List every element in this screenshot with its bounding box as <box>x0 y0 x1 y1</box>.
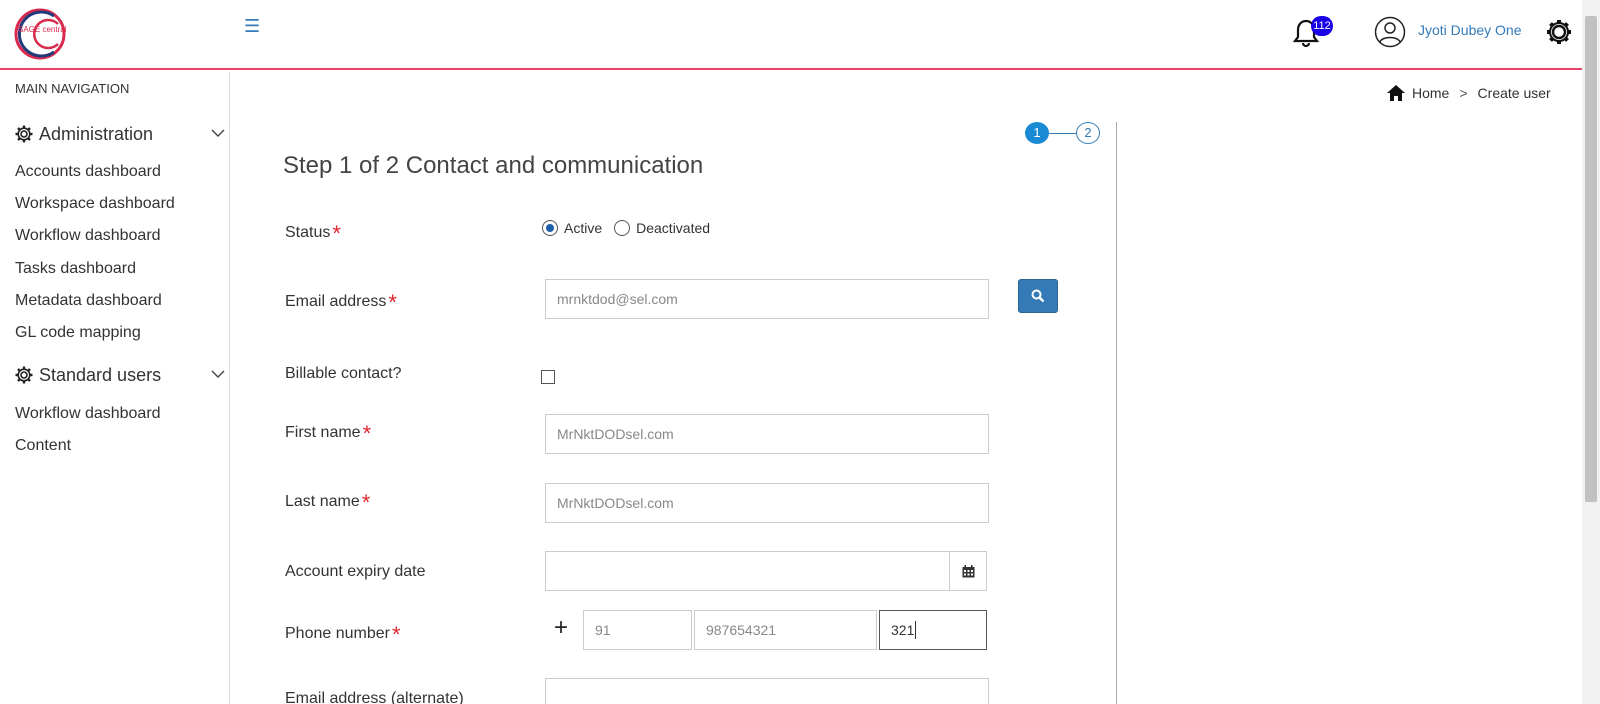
calendar-icon <box>962 564 974 577</box>
sidebar-item-gl-code-mapping[interactable]: GL code mapping <box>15 324 141 342</box>
gear-icon <box>15 125 33 143</box>
breadcrumb-home-link[interactable]: Home <box>1412 85 1449 101</box>
first-name-label-text: First name <box>285 424 361 441</box>
plus-icon: + <box>554 614 569 641</box>
phone-number-field[interactable]: 987654321 <box>694 610 877 650</box>
status-label: Status* <box>285 223 341 245</box>
search-icon <box>1031 289 1045 303</box>
email-field[interactable]: mrnktdod@sel.com <box>545 279 989 319</box>
notification-count-badge[interactable]: 112 <box>1311 16 1333 36</box>
email-label: Email address* <box>285 292 397 314</box>
phone-number-label-text: Phone number <box>285 625 390 642</box>
billable-label: Billable contact? <box>285 365 402 382</box>
breadcrumb: Home > Create user <box>1386 84 1551 102</box>
stepper-connector <box>1049 133 1076 134</box>
page-scrollbar[interactable] <box>1582 0 1600 704</box>
billable-checkbox[interactable] <box>541 370 555 384</box>
required-marker: * <box>388 290 397 315</box>
breadcrumb-current: Create user <box>1477 85 1551 101</box>
sidebar-item-accounts-dashboard[interactable]: Accounts dashboard <box>15 163 161 181</box>
alternate-email-field[interactable] <box>545 678 989 704</box>
status-label-text: Status <box>285 224 331 241</box>
required-marker: * <box>332 221 341 246</box>
phone-country-code-field[interactable]: 91 <box>583 610 692 650</box>
user-avatar-icon[interactable] <box>1374 16 1406 48</box>
top-header: SAGE central ☰ 112 Jyoti Dubey One <box>0 0 1582 70</box>
last-name-label: Last name* <box>285 492 370 514</box>
nav-group-label: Administration <box>39 123 154 144</box>
menu-toggle-icon[interactable]: ☰ <box>244 18 260 36</box>
step-1-indicator[interactable]: 1 <box>1025 122 1049 144</box>
first-name-field[interactable]: MrNktDODsel.com <box>545 414 989 454</box>
chevron-down-icon[interactable] <box>211 126 225 140</box>
logo-text: SAGE central <box>18 25 67 34</box>
home-icon[interactable] <box>1386 84 1406 102</box>
breadcrumb-separator: > <box>1459 85 1468 101</box>
email-label-text: Email address <box>285 293 387 310</box>
sidebar-item-workspace-dashboard[interactable]: Workspace dashboard <box>15 195 175 213</box>
status-radio-group: Active Deactivated <box>542 220 722 236</box>
alternate-email-label: Email address (alternate) <box>285 690 464 704</box>
status-deactivated-radio[interactable] <box>614 220 631 236</box>
nav-group-administration[interactable]: Administration <box>15 120 225 148</box>
nav-group-standard-users[interactable]: Standard users <box>15 361 225 389</box>
form-title: Step 1 of 2 Contact and communication <box>283 152 704 179</box>
last-name-label-text: Last name <box>285 493 360 510</box>
account-expiry-label: Account expiry date <box>285 563 426 580</box>
sidebar-item-tasks-dashboard[interactable]: Tasks dashboard <box>15 260 136 278</box>
calendar-button[interactable] <box>950 552 986 590</box>
scrollbar-thumb[interactable] <box>1585 16 1597 502</box>
phone-number-label: Phone number* <box>285 624 401 646</box>
sidebar-item-content[interactable]: Content <box>15 437 71 455</box>
chevron-down-icon[interactable] <box>211 367 225 381</box>
sidebar-item-workflow-dashboard-standard[interactable]: Workflow dashboard <box>15 405 161 423</box>
user-name-link[interactable]: Jyoti Dubey One <box>1418 22 1522 38</box>
status-deactivated-label[interactable]: Deactivated <box>636 220 710 236</box>
last-name-field[interactable]: MrNktDODsel.com <box>545 483 989 523</box>
main-navigation-heading: MAIN NAVIGATION <box>15 81 130 96</box>
gear-icon <box>15 366 33 384</box>
account-expiry-field[interactable] <box>546 552 950 590</box>
status-active-label[interactable]: Active <box>564 220 602 236</box>
sidebar: MAIN NAVIGATION Administration Accounts … <box>0 72 230 704</box>
required-marker: * <box>362 421 372 446</box>
account-expiry-datepicker <box>545 551 987 591</box>
email-search-button[interactable] <box>1018 279 1058 313</box>
sidebar-item-metadata-dashboard[interactable]: Metadata dashboard <box>15 292 162 310</box>
content-divider <box>1116 122 1117 704</box>
text-cursor <box>915 621 917 639</box>
phone-extension-value: 321 <box>891 622 915 638</box>
nav-group-label: Standard users <box>39 364 162 385</box>
settings-gear-icon[interactable] <box>1545 18 1573 46</box>
required-marker: * <box>391 622 401 647</box>
status-active-radio[interactable] <box>542 220 558 236</box>
sidebar-item-workflow-dashboard[interactable]: Workflow dashboard <box>15 227 161 245</box>
step-2-indicator[interactable]: 2 <box>1076 122 1100 144</box>
sage-central-logo[interactable] <box>14 4 76 64</box>
required-marker: * <box>361 490 371 515</box>
first-name-label: First name* <box>285 423 371 445</box>
phone-extension-field[interactable]: 321 <box>879 610 987 650</box>
